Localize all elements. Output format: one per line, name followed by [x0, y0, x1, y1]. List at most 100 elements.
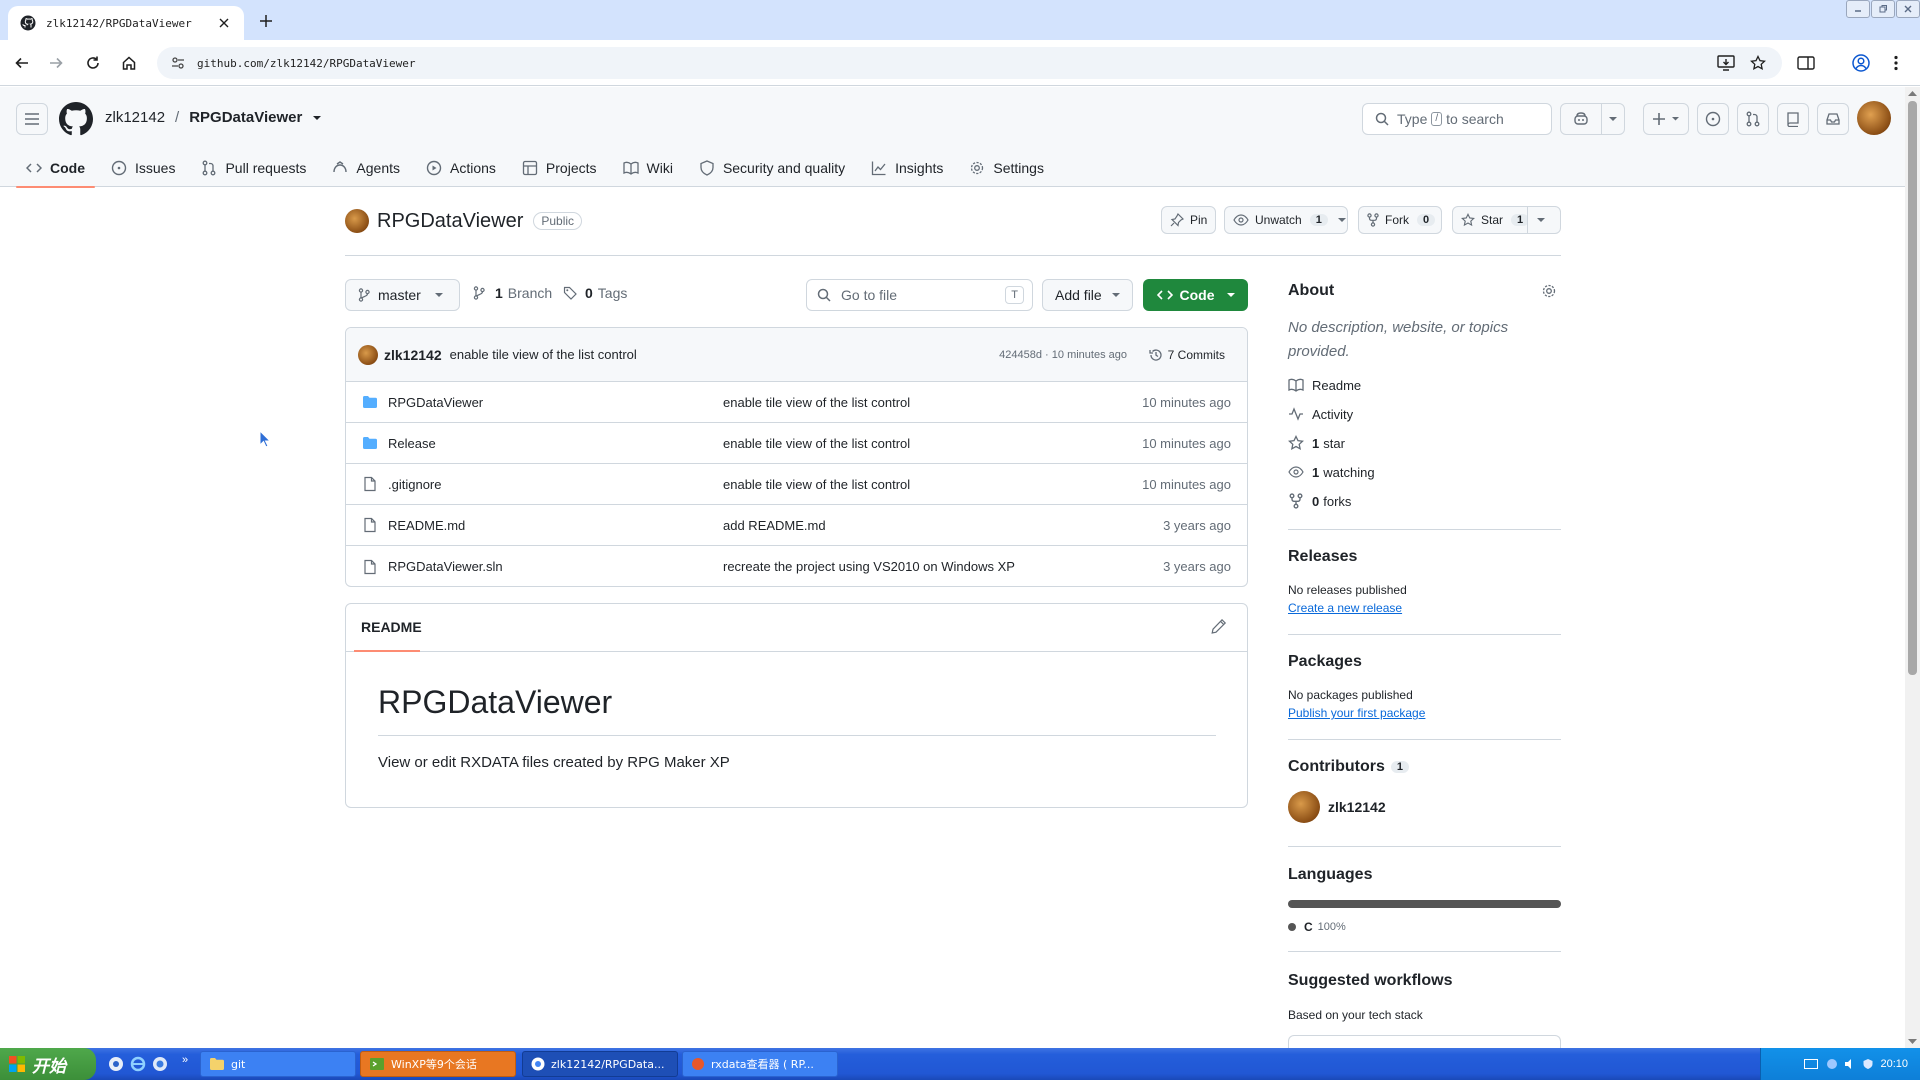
contributors-heading[interactable]: Contributors [1288, 758, 1385, 776]
clock[interactable]: 20:10 [1880, 1058, 1908, 1070]
github-logo-icon[interactable] [59, 102, 93, 136]
watching-link[interactable]: 1 watching [1288, 464, 1375, 480]
create-new-icon[interactable] [1643, 103, 1689, 135]
add-file-button[interactable]: Add file [1042, 279, 1133, 311]
file-row[interactable]: RPGDataViewer enable tile view of the li… [346, 382, 1247, 423]
readme-tab[interactable]: README [361, 619, 422, 635]
activity-link[interactable]: Activity [1288, 406, 1353, 422]
commit-message[interactable]: enable tile view of the list control [450, 347, 637, 362]
tab-insights[interactable]: Insights [861, 149, 953, 187]
file-name[interactable]: RPGDataViewer.sln [388, 559, 723, 574]
star-button[interactable]: Star 1 [1452, 206, 1530, 234]
file-name[interactable]: .gitignore [388, 477, 723, 492]
go-to-file-input[interactable]: Go to file T [806, 279, 1033, 311]
owner-link[interactable]: zlk12142 [105, 109, 165, 126]
tab-projects[interactable]: Projects [512, 149, 607, 187]
pull-requests-icon[interactable] [1737, 103, 1769, 135]
scroll-down-arrow-icon[interactable] [1908, 1039, 1917, 1045]
workflow-card[interactable] [1288, 1035, 1561, 1049]
quicklaunch-ie-icon[interactable] [130, 1056, 146, 1072]
file-row[interactable]: Release enable tile view of the list con… [346, 423, 1247, 464]
pencil-icon[interactable] [1211, 618, 1227, 634]
forward-arrow-icon[interactable] [43, 50, 69, 76]
install-app-icon[interactable] [1713, 50, 1739, 76]
browser-tab[interactable]: zlk12142/RPGDataViewer [8, 6, 244, 40]
side-panel-icon[interactable] [1793, 50, 1819, 76]
issues-icon[interactable] [1697, 103, 1729, 135]
contributor-item[interactable]: zlk12142 [1288, 791, 1386, 823]
file-name[interactable]: README.md [388, 518, 723, 533]
tab-code[interactable]: Code [16, 149, 95, 188]
repo-name[interactable]: RPGDataViewer [377, 210, 523, 233]
commit-author[interactable]: zlk12142 [384, 347, 442, 363]
new-tab-icon[interactable] [254, 9, 278, 33]
address-bar[interactable]: github.com/zlk12142/RPGDataViewer [157, 47, 1782, 79]
tab-pull-requests[interactable]: Pull requests [191, 149, 316, 187]
quicklaunch-browser-icon[interactable] [152, 1056, 168, 1072]
volume-icon[interactable] [1844, 1058, 1856, 1070]
profile-icon[interactable] [1848, 50, 1874, 76]
close-window-icon[interactable] [1896, 0, 1920, 18]
taskbar-task[interactable]: WinXP等9个会话 [360, 1051, 516, 1077]
stars-link[interactable]: 1 star [1288, 435, 1345, 451]
quicklaunch-overflow-icon[interactable]: » [182, 1054, 188, 1066]
tab-settings[interactable]: Settings [959, 149, 1054, 187]
code-button[interactable]: Code [1143, 279, 1248, 311]
file-commit-message[interactable]: add README.md [723, 518, 826, 533]
create-release-link[interactable]: Create a new release [1288, 601, 1402, 615]
site-info-icon[interactable] [171, 56, 185, 70]
star-list-dropdown[interactable] [1527, 206, 1561, 234]
commit-author-avatar[interactable] [358, 344, 378, 365]
tab-security[interactable]: Security and quality [689, 149, 855, 187]
fork-button[interactable]: Fork 0 [1358, 206, 1442, 234]
bookmark-star-icon[interactable] [1745, 50, 1771, 76]
tags-link[interactable]: 0 Tags [563, 285, 627, 301]
repositories-icon[interactable] [1777, 103, 1809, 135]
taskbar-task[interactable]: rxdata查看器 ( RP... [682, 1051, 838, 1077]
inbox-icon[interactable] [1817, 103, 1849, 135]
close-tab-icon[interactable] [214, 13, 234, 33]
publish-package-link[interactable]: Publish your first package [1288, 706, 1425, 720]
tab-actions[interactable]: Actions [416, 149, 506, 187]
scroll-up-arrow-icon[interactable] [1908, 90, 1917, 96]
file-commit-message[interactable]: enable tile view of the list control [723, 395, 910, 410]
file-name[interactable]: RPGDataViewer [388, 395, 723, 410]
reload-icon[interactable] [80, 50, 106, 76]
quicklaunch-media-icon[interactable] [108, 1056, 124, 1072]
tab-agents[interactable]: Agents [322, 149, 410, 187]
restore-icon[interactable] [1871, 0, 1895, 18]
repo-link[interactable]: RPGDataViewer [189, 109, 302, 126]
pin-button[interactable]: Pin [1161, 206, 1217, 234]
tab-issues[interactable]: Issues [101, 149, 185, 187]
scrollbar-thumb[interactable] [1908, 101, 1917, 675]
commits-link[interactable]: 7 Commits [1149, 348, 1225, 362]
back-arrow-icon[interactable] [9, 50, 35, 76]
unwatch-button[interactable]: Unwatch 1 [1224, 206, 1348, 234]
branch-selector[interactable]: master [345, 279, 460, 311]
owner-avatar[interactable] [345, 209, 369, 233]
user-avatar[interactable] [1857, 101, 1891, 135]
home-icon[interactable] [116, 50, 142, 76]
copilot-icon[interactable] [1560, 103, 1602, 135]
repo-dropdown-caret-icon[interactable] [312, 115, 322, 121]
file-commit-message[interactable]: enable tile view of the list control [723, 436, 910, 451]
file-name[interactable]: Release [388, 436, 723, 451]
file-commit-message[interactable]: enable tile view of the list control [723, 477, 910, 492]
file-row[interactable]: .gitignore enable tile view of the list … [346, 464, 1247, 505]
browser-menu-icon[interactable] [1883, 50, 1909, 76]
file-row[interactable]: README.md add README.md 3 years ago [346, 505, 1247, 546]
keyboard-icon[interactable] [1804, 1059, 1819, 1069]
gear-icon[interactable] [1541, 283, 1557, 299]
readme-link[interactable]: Readme [1288, 377, 1361, 393]
global-search-input[interactable]: Type / to search [1362, 103, 1552, 135]
branches-link[interactable]: 1 Branch [473, 285, 552, 301]
language-item[interactable]: C 100% [1288, 920, 1346, 934]
taskbar-task[interactable]: git [200, 1051, 356, 1077]
security-tray-icon[interactable] [1862, 1058, 1874, 1070]
tab-wiki[interactable]: Wiki [613, 149, 683, 187]
packages-heading[interactable]: Packages [1288, 653, 1362, 671]
file-commit-message[interactable]: recreate the project using VS2010 on Win… [723, 559, 1015, 574]
network-icon[interactable] [1826, 1058, 1838, 1070]
releases-heading[interactable]: Releases [1288, 548, 1357, 566]
copilot-dropdown-icon[interactable] [1601, 103, 1625, 135]
